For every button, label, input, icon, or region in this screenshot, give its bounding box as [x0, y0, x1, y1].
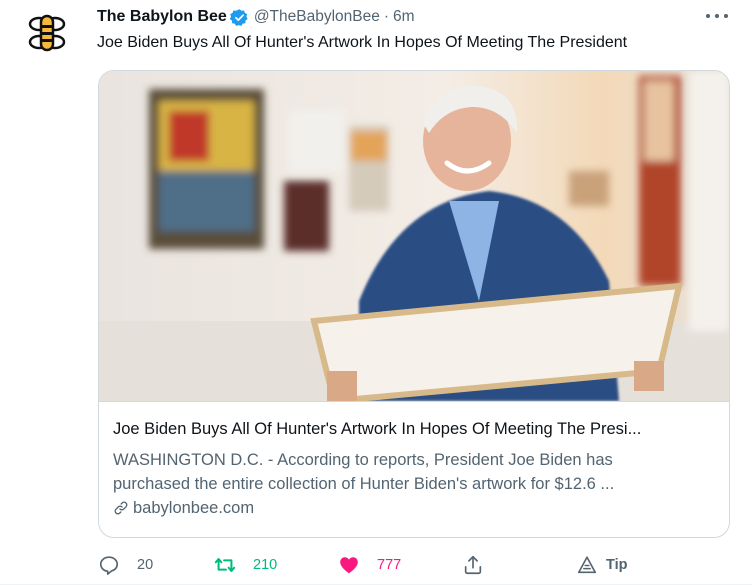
- bee-logo-icon: [22, 8, 72, 58]
- like-button[interactable]: 777: [338, 552, 401, 578]
- reply-count: 20: [137, 557, 154, 573]
- tip-icon: [577, 556, 597, 574]
- card-description: WASHINGTON D.C. - According to reports, …: [113, 448, 715, 496]
- tweet[interactable]: The Babylon Bee @TheBabylonBee · 6m Joe …: [0, 0, 752, 585]
- like-count: 777: [377, 557, 402, 573]
- avatar[interactable]: [22, 8, 72, 58]
- heart-icon: [340, 557, 358, 574]
- card-description-line-2: purchased the entire collection of Hunte…: [113, 475, 615, 493]
- tweet-header: The Babylon Bee @TheBabylonBee · 6m: [97, 6, 415, 28]
- verified-badge-icon: [229, 8, 249, 27]
- retweet-count: 210: [253, 557, 278, 573]
- share-button[interactable]: [462, 552, 484, 578]
- more-options-icon[interactable]: [706, 6, 728, 26]
- card-image[interactable]: [99, 71, 729, 401]
- retweet-button[interactable]: 210: [214, 552, 277, 578]
- link-icon: [114, 501, 128, 515]
- link-card[interactable]: Joe Biden Buys All Of Hunter's Artwork I…: [98, 70, 730, 538]
- tip-label: Tip: [606, 557, 628, 573]
- retweet-icon: [214, 558, 236, 572]
- card-domain[interactable]: babylonbee.com: [113, 496, 715, 520]
- reply-icon: [99, 556, 119, 575]
- tweet-text: Joe Biden Buys All Of Hunter's Artwork I…: [97, 34, 628, 51]
- timestamp[interactable]: 6m: [393, 8, 415, 26]
- tip-button[interactable]: Tip: [576, 552, 627, 578]
- card-domain-text: babylonbee.com: [133, 498, 255, 517]
- share-icon: [464, 555, 482, 575]
- separator: ·: [383, 8, 390, 25]
- tweet-actions: 20 210 777 Tip: [98, 552, 658, 578]
- card-title: Joe Biden Buys All Of Hunter's Artwork I…: [113, 420, 642, 438]
- card-body[interactable]: Joe Biden Buys All Of Hunter's Artwork I…: [99, 401, 729, 537]
- card-description-line-1: WASHINGTON D.C. - According to reports, …: [113, 451, 613, 469]
- display-name[interactable]: The Babylon Bee: [97, 8, 227, 26]
- handle[interactable]: @TheBabylonBee: [254, 8, 380, 26]
- reply-button[interactable]: 20: [98, 552, 153, 578]
